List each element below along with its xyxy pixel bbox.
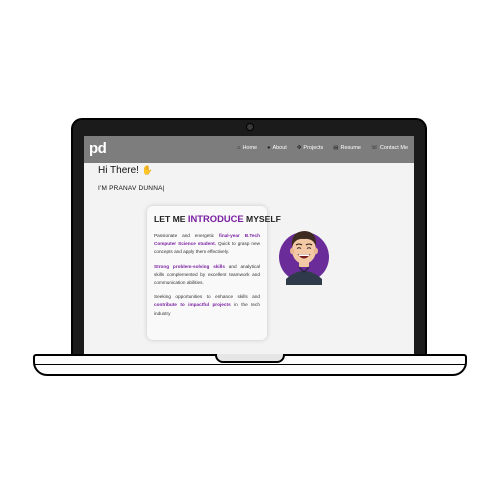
browser-screen: pd ⌂ Home ● About ✥ Projects ▤ Resume ☏ …: [84, 136, 414, 356]
intro-title: LET ME INTRODUCE MYSELF: [154, 213, 281, 224]
avatar: [279, 231, 329, 285]
title-prefix: LET ME: [154, 214, 186, 224]
nav-item-about[interactable]: ● About: [267, 145, 287, 151]
intro-paragraph-3: Seeking opportunities to enhance skills …: [154, 293, 260, 318]
intro-paragraph-2: Strong problem-solving skills and analyt…: [154, 263, 260, 288]
user-icon: ●: [267, 145, 271, 151]
home-icon: ⌂: [237, 145, 241, 151]
p1-text-a: Passionate and energetic: [154, 233, 215, 238]
nav-item-home[interactable]: ⌂ Home: [237, 145, 257, 151]
p2-highlight: Strong problem-solving skills: [154, 263, 225, 269]
nav-item-label: Home: [242, 145, 258, 151]
camera-icon: [246, 123, 254, 131]
intro-card: LET ME INTRODUCE MYSELF Passionate and e…: [147, 206, 281, 340]
nav-item-resume[interactable]: ▤ Resume: [333, 145, 361, 151]
hero-greeting: Hi There! ✋: [98, 165, 153, 176]
title-suffix: MYSELF: [246, 214, 281, 224]
phone-icon: ☏: [370, 145, 378, 151]
nav-item-label: Resume: [340, 145, 361, 151]
nav-item-projects[interactable]: ✥ Projects: [297, 145, 323, 151]
laptop-notch: [215, 354, 285, 363]
typed-name: I'M PRANAV DUNNA|: [98, 185, 165, 192]
intro-paragraph-1: Passionate and energetic final-year B.Te…: [154, 232, 260, 257]
title-accent: INTRODUCE: [187, 213, 244, 224]
nav-menu: ⌂ Home ● About ✥ Projects ▤ Resume ☏ Con…: [237, 145, 408, 151]
p3-text-a: Seeking opportunities to enhance skills …: [154, 294, 260, 300]
nav-item-label: About: [272, 145, 287, 151]
site-logo[interactable]: pd: [89, 140, 107, 157]
nav-item-label: Contact Me: [379, 145, 408, 151]
projects-icon: ✥: [296, 145, 302, 151]
laptop-base: [33, 354, 467, 376]
document-icon: ▤: [333, 145, 339, 151]
nav-item-label: Projects: [303, 145, 324, 151]
greeting-text: Hi There!: [98, 165, 139, 176]
base-edge: [35, 364, 465, 365]
navbar: pd ⌂ Home ● About ✥ Projects ▤ Resume ☏ …: [84, 136, 414, 163]
p3-highlight: contribute to impactful projects: [154, 302, 231, 308]
nav-item-contact[interactable]: ☏ Contact Me: [371, 145, 408, 151]
wave-hand-icon: ✋: [141, 165, 153, 175]
